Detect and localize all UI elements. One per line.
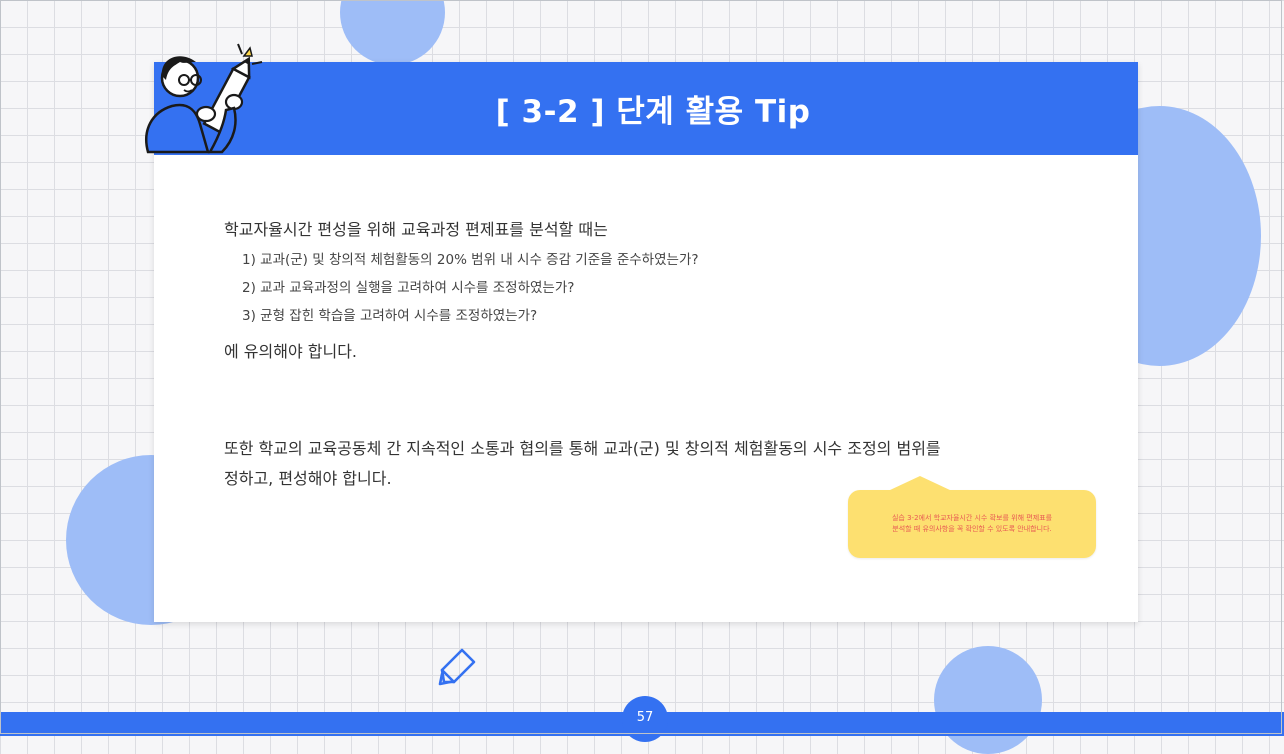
page-number: 57 (636, 710, 654, 725)
character-holding-pencil-icon (145, 43, 263, 154)
note-line-2: 분석할 때 유의사항을 꼭 확인할 수 있도록 안내합니다. (892, 525, 1052, 533)
conclusion-text: 에 유의해야 합니다. (224, 342, 358, 361)
note-text: 실습 3-2에서 학교자율시간 시수 확보를 위해 편제표를 분석할 때 유의사… (862, 513, 1082, 535)
paragraph-2-line-1: 또한 학교의 교육공동체 간 지속적인 소통과 협의를 통해 교과(군) 및 창… (224, 439, 941, 458)
page-badge: 57 (622, 696, 668, 742)
note-callout: 실습 3-2에서 학교자율시간 시수 확보를 위해 편제표를 분석할 때 유의사… (848, 476, 1096, 558)
slide-title: [ 3-2 ] 단계 활용 Tip (495, 94, 811, 130)
intro-text: 학교자율시간 편성을 위해 교육과정 편제표를 분석할 때는 (224, 220, 608, 239)
content-card: [ 3-2 ] 단계 활용 Tip 학교자율시간 편성을 위해 교육과정 편제표… (154, 62, 1138, 622)
card-header: [ 3-2 ] 단계 활용 Tip (154, 62, 1138, 155)
pencil-icon (438, 648, 476, 686)
checklist-item: 3) 균형 잡힌 학습을 고려하여 시수를 조정하였는가? (242, 308, 538, 324)
decor-circle-top (340, 0, 445, 65)
paragraph-2: 또한 학교의 교육공동체 간 지속적인 소통과 협의를 통해 교과(군) 및 창… (224, 434, 1124, 494)
decor-circle-bottom (934, 646, 1042, 754)
checklist-item: 1) 교과(군) 및 창의적 체험활동의 20% 범위 내 시수 증감 기준을 … (242, 252, 699, 268)
checklist-item: 2) 교과 교육과정의 실행을 고려하여 시수를 조정하였는가? (242, 280, 575, 296)
checklist: 1) 교과(군) 및 창의적 체험활동의 20% 범위 내 시수 증감 기준을 … (242, 250, 1104, 326)
note-line-1: 실습 3-2에서 학교자율시간 시수 확보를 위해 편제표를 (891, 514, 1053, 522)
card-content: 학교자율시간 편성을 위해 교육과정 편제표를 분석할 때는 1) 교과(군) … (224, 220, 1104, 362)
